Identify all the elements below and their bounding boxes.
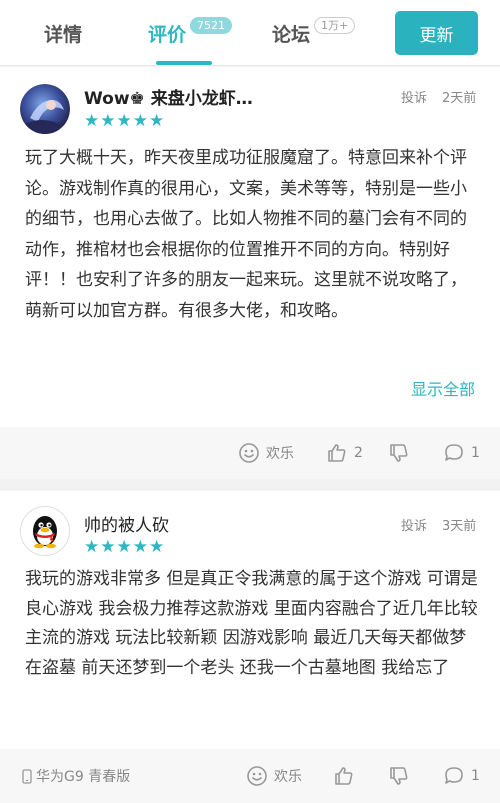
review-time: 3天前 [442, 519, 477, 534]
penguin-avatar-icon [33, 516, 57, 549]
avatar[interactable] [20, 506, 70, 556]
review-action-bar: 华为G9 青春版 欢乐 1 [0, 749, 500, 803]
tab-review-label: 评价 [148, 23, 187, 46]
comment-icon [445, 444, 463, 461]
device-name: 华为G9 青春版 [36, 769, 131, 785]
fun-label: 欢乐 [274, 769, 302, 785]
like-count: 2 [354, 445, 363, 461]
username[interactable]: Wow♚ 来盘小龙虾… [84, 84, 253, 109]
thumb-up-icon [328, 444, 346, 462]
fun-button[interactable]: 欢乐 [238, 427, 294, 479]
dislike-button[interactable] [388, 749, 416, 803]
update-button[interactable]: 更新 [395, 11, 478, 55]
review-time: 2天前 [442, 91, 477, 106]
thumb-down-icon [390, 767, 408, 785]
like-button[interactable]: 2 [326, 427, 363, 479]
like-button[interactable] [333, 749, 361, 803]
comment-icon [445, 767, 463, 784]
show-all-link[interactable]: 显示全部 [411, 376, 475, 400]
tab-detail-label: 详情 [44, 23, 83, 46]
forum-count-badge: 1万+ [314, 16, 356, 34]
thumb-up-icon [335, 767, 353, 785]
device-info: 华为G9 青春版 [22, 749, 130, 803]
comment-count: 1 [471, 445, 480, 461]
phone-icon [22, 768, 32, 784]
smile-icon [247, 766, 267, 786]
review-text[interactable]: 玩了大概十天，昨天夜里成功征服魔窟了。特意回来补个评论。游戏制作真的很用心，文案… [25, 143, 480, 326]
report-link[interactable]: 投诉 [401, 87, 427, 106]
rating-stars: ★★★★★ [84, 537, 166, 557]
smile-icon [239, 443, 259, 463]
thumb-down-icon [390, 444, 408, 462]
tab-review[interactable]: 评价 7521 [148, 0, 233, 66]
fun-label: 欢乐 [266, 446, 294, 462]
review-text[interactable]: 我玩的游戏非常多 但是真正令我满意的属于这个游戏 可谓是良心游戏 我会极力推荐这… [25, 565, 480, 683]
comment-button[interactable]: 1 [443, 749, 480, 803]
username[interactable]: 帅的被人砍 [84, 511, 169, 536]
comment-count: 1 [471, 768, 480, 784]
review-card: Wow♚ 来盘小龙虾… ★★★★★ 投诉 2天前 玩了大概十天，昨天夜里成功征服… [0, 67, 500, 479]
review-action-bar: 欢乐 2 1 [0, 427, 500, 479]
review-count-badge: 7521 [190, 16, 233, 34]
dislike-button[interactable] [388, 427, 416, 479]
tab-detail[interactable]: 详情 [44, 0, 82, 66]
tab-bar: 详情 评价 7521 论坛 1万+ 更新 [0, 0, 500, 66]
tab-forum-label: 论坛 [272, 23, 311, 46]
fun-button[interactable]: 欢乐 [246, 749, 302, 803]
tab-forum[interactable]: 论坛 1万+ [272, 0, 356, 66]
active-tab-indicator [156, 61, 212, 65]
review-card: 帅的被人砍 ★★★★★ 投诉 3天前 我玩的游戏非常多 但是真正令我满意的属于这… [0, 491, 500, 803]
report-link[interactable]: 投诉 [401, 515, 427, 534]
rating-stars: ★★★★★ [84, 111, 166, 131]
avatar[interactable] [20, 84, 70, 134]
comment-button[interactable]: 1 [443, 427, 480, 479]
